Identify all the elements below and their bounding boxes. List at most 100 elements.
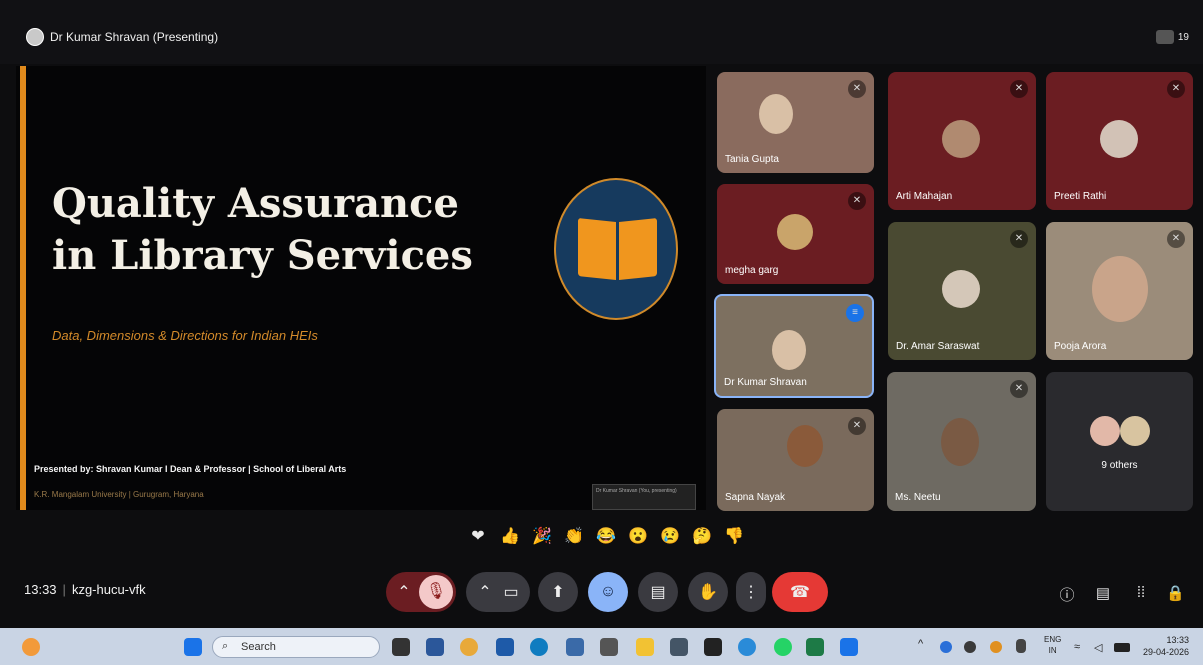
leave-call-button[interactable]: ☎ — [772, 572, 828, 612]
reaction-party[interactable]: 🎉 — [532, 526, 552, 546]
meeting-code[interactable]: kzg-hucu-vfk — [72, 582, 146, 597]
participant-name: megha garg — [725, 265, 779, 276]
system-clock[interactable]: 13:33 29-04-2026 — [1143, 634, 1189, 658]
mic-off-icon: ✕ — [1167, 230, 1185, 248]
participant-tile[interactable]: ✕ Arti Mahajan — [888, 72, 1036, 210]
more-vertical-icon: ⋮ — [743, 584, 759, 601]
apps-grid-icon[interactable]: ⁞⁞ — [1132, 584, 1150, 602]
app-icon[interactable] — [670, 638, 688, 656]
mic-off-icon: ✕ — [848, 192, 866, 210]
mic-off-icon: ✕ — [1167, 80, 1185, 98]
participant-tile[interactable]: ✕ Tania Gupta — [717, 72, 874, 173]
edge-icon[interactable] — [530, 638, 548, 656]
chevron-up-icon[interactable]: ⌃ — [389, 582, 419, 602]
raise-hand-button[interactable]: ✋ — [688, 572, 728, 612]
meeting-top-bar: Dr Kumar Shravan (Presenting) 19 — [0, 0, 1203, 64]
participant-tile[interactable]: ✕ Dr. Amar Saraswat — [888, 222, 1036, 360]
participant-avatar — [1100, 120, 1138, 158]
reaction-thumbs-down[interactable]: 👎 — [724, 526, 744, 546]
host-controls-icon[interactable]: 🔒 — [1166, 584, 1185, 602]
notification-app-icon[interactable] — [22, 638, 40, 656]
word-icon[interactable] — [426, 638, 444, 656]
app-icon[interactable] — [840, 638, 858, 656]
reaction-surprised[interactable]: 😮 — [628, 526, 648, 546]
mic-off-icon: ✕ — [848, 80, 866, 98]
reactions-bar: ❤ 👍 🎉 👏 😂 😮 😢 🤔 👎 — [468, 526, 744, 546]
reaction-thumbs-up[interactable]: 👍 — [500, 526, 520, 546]
chevron-up-icon[interactable]: ⌃ — [472, 582, 498, 602]
slide-title-line2: in Library Services — [52, 232, 473, 279]
participants-count-button[interactable]: 19 — [1155, 30, 1189, 44]
language-indicator[interactable]: ENG IN — [1044, 634, 1061, 656]
mic-off-icon: ✕ — [1010, 230, 1028, 248]
windows-start-icon[interactable] — [184, 638, 202, 656]
app-icon[interactable] — [566, 638, 584, 656]
participant-video — [1092, 256, 1148, 322]
participant-name: Dr Kumar Shravan — [724, 377, 807, 388]
participant-tile[interactable]: ✕ Ms. Neetu — [887, 372, 1036, 511]
participant-name: Ms. Neetu — [895, 492, 941, 503]
emoji-button[interactable]: ☺ — [588, 572, 628, 612]
people-icon — [1155, 30, 1174, 44]
shared-screen: Quality Assurance in Library Services Da… — [16, 66, 706, 510]
captions-icon: ▤ — [650, 584, 666, 601]
chevron-up-icon[interactable]: ^ — [918, 638, 928, 656]
chrome-icon[interactable] — [460, 638, 478, 656]
university-text: K.R. Mangalam University | Gurugram, Har… — [34, 490, 204, 499]
others-tile[interactable]: 9 others — [1046, 372, 1193, 511]
battery-icon[interactable] — [1114, 643, 1130, 652]
participant-tile[interactable]: ✕ Pooja Arora — [1046, 222, 1193, 360]
captions-button[interactable]: ▤ — [638, 572, 678, 612]
app-icon[interactable] — [704, 638, 722, 656]
whatsapp-icon[interactable] — [774, 638, 792, 656]
excel-icon[interactable] — [806, 638, 824, 656]
presenting-preview: Dr Kumar Shravan (You, presenting) — [592, 484, 696, 510]
present-screen-button[interactable]: ⬆ — [538, 572, 578, 612]
participant-video — [941, 418, 979, 466]
search-placeholder: Search — [241, 641, 276, 653]
phone-hangup-icon: ☎ — [790, 584, 810, 601]
speaking-icon: ≡ — [846, 304, 864, 322]
app-icon[interactable] — [600, 638, 618, 656]
mic-off-icon: ✕ — [1010, 80, 1028, 98]
wifi-icon[interactable]: ≈ — [1074, 641, 1086, 653]
os-taskbar: ⌕ Search ^ ENG IN ≈ ◁ 13:33 29-04-2026 — [0, 628, 1203, 665]
mic-off-icon[interactable]: 🎙 — [419, 575, 453, 609]
reaction-thinking[interactable]: 🤔 — [692, 526, 712, 546]
emoji-icon: ☺ — [599, 583, 617, 600]
participant-tile[interactable]: ✕ Preeti Rathi — [1046, 72, 1193, 210]
mic-off-icon: ✕ — [1010, 380, 1028, 398]
lang-code: ENG — [1044, 635, 1062, 644]
tray-icon[interactable] — [940, 641, 952, 653]
file-explorer-icon[interactable] — [636, 638, 654, 656]
info-icon[interactable]: ⓘ — [1058, 584, 1076, 604]
meeting-info: 13:33 | kzg-hucu-vfk — [24, 582, 146, 597]
microphone-icon[interactable] — [1016, 639, 1026, 653]
taskbar-search[interactable]: ⌕ Search — [212, 636, 380, 658]
reaction-heart[interactable]: ❤ — [468, 526, 488, 546]
reaction-sad[interactable]: 😢 — [660, 526, 680, 546]
reaction-clap[interactable]: 👏 — [564, 526, 584, 546]
camera-control[interactable]: ⌃ ▭ — [466, 572, 530, 612]
participant-tile-active-speaker[interactable]: ≡ Dr Kumar Shravan — [714, 294, 874, 398]
participant-avatar — [942, 270, 980, 308]
volume-icon[interactable]: ◁ — [1094, 641, 1106, 654]
book-left-page — [578, 218, 616, 280]
more-options-button[interactable]: ⋮ — [736, 572, 766, 612]
reaction-laugh[interactable]: 😂 — [596, 526, 616, 546]
participant-tile[interactable]: ✕ Sapna Nayak — [717, 409, 874, 511]
clock-time: 13:33 — [1166, 635, 1189, 645]
search-icon: ⌕ — [222, 640, 229, 652]
mic-control[interactable]: ⌃ 🎙 — [386, 572, 456, 612]
download-app-icon[interactable] — [496, 638, 514, 656]
participant-tile[interactable]: ✕ megha garg — [717, 184, 874, 284]
tray-icon[interactable] — [990, 641, 1002, 653]
present-icon: ⬆ — [551, 584, 565, 601]
chat-icon[interactable]: ▤ — [1094, 584, 1112, 602]
camera-icon[interactable]: ▭ — [498, 582, 524, 602]
presenter-indicator[interactable]: Dr Kumar Shravan (Presenting) — [26, 28, 218, 46]
task-view-icon[interactable] — [392, 638, 410, 656]
tray-icon[interactable] — [964, 641, 976, 653]
book-logo — [554, 178, 678, 320]
telegram-icon[interactable] — [738, 638, 756, 656]
